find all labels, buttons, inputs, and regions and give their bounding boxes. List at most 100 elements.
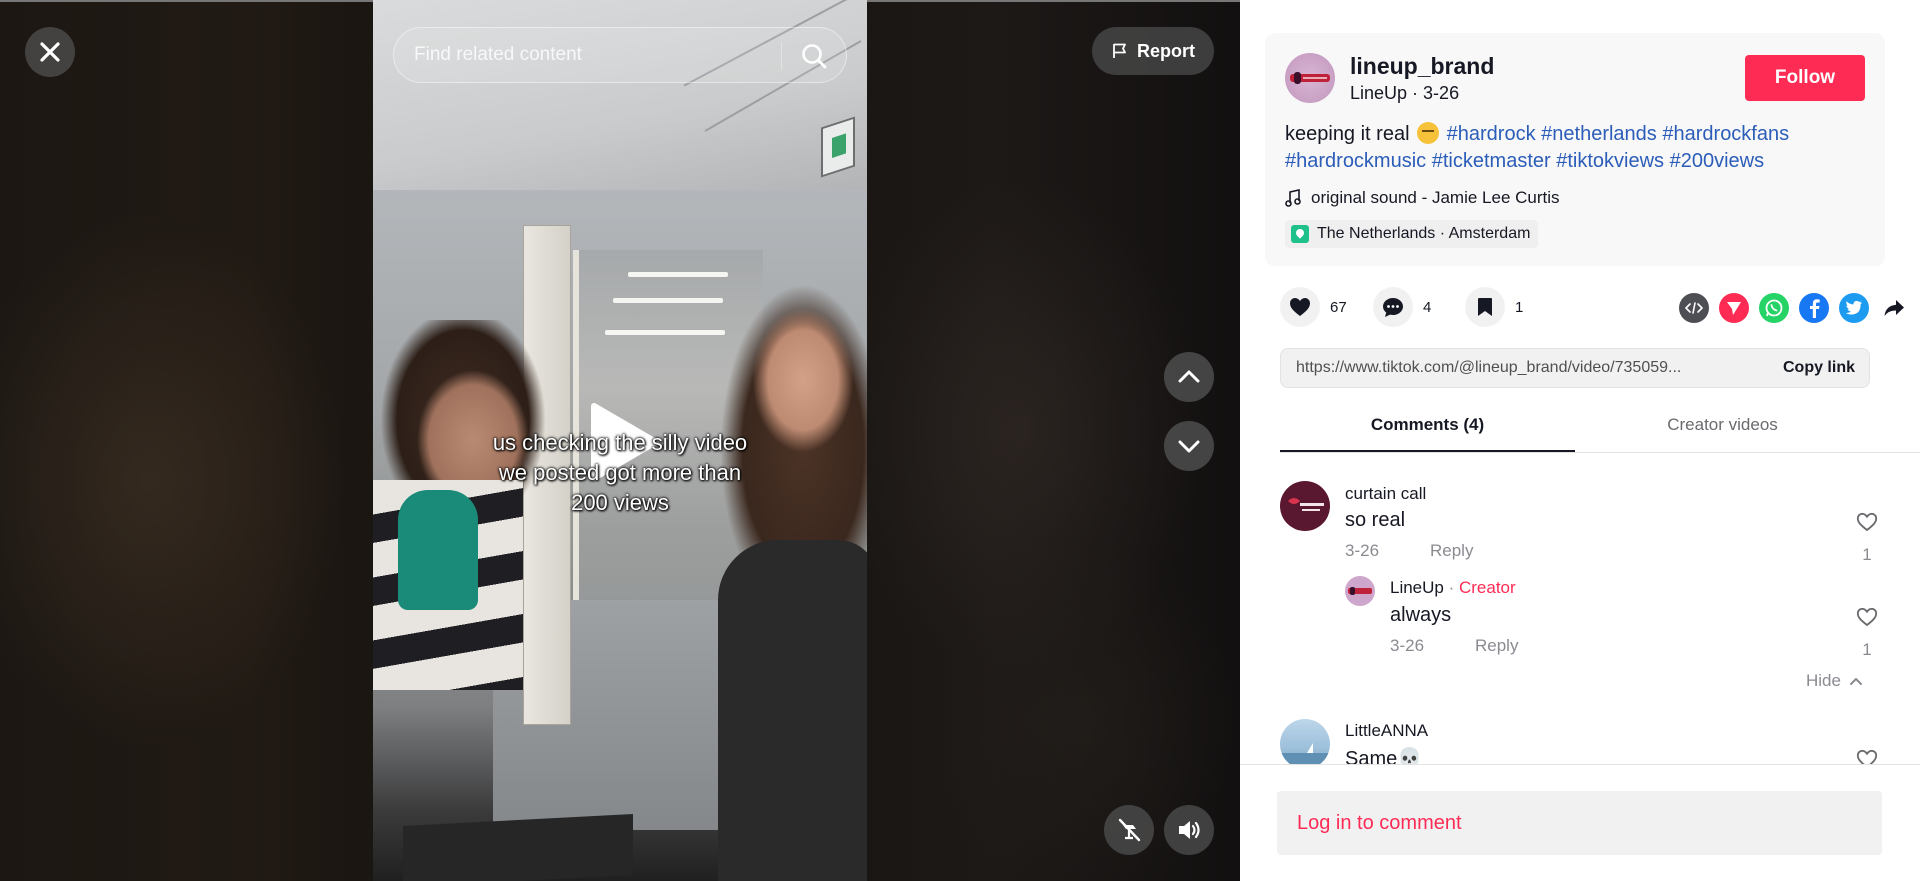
creator-separator: · xyxy=(1443,578,1459,597)
heart-icon xyxy=(1290,298,1310,316)
location-pin-icon xyxy=(1291,225,1309,243)
comment-button[interactable]: 4 xyxy=(1373,287,1431,327)
music-title: original sound - Jamie Lee Curtis xyxy=(1311,188,1560,207)
reply-like-count: 1 xyxy=(1862,640,1872,659)
heart-outline-icon xyxy=(1856,607,1878,627)
neutral-face-emoji-icon xyxy=(1417,122,1440,144)
tab-comments[interactable]: Comments (4) xyxy=(1280,415,1575,435)
comment-author[interactable]: LittleANNA xyxy=(1345,721,1428,741)
video-area: Report us checking the silly video we po… xyxy=(0,0,1240,881)
hashtag-link[interactable]: #hardrock xyxy=(1447,123,1536,145)
comment-like-button[interactable] xyxy=(1852,749,1882,764)
hashtag-link[interactable]: #200views xyxy=(1670,150,1765,172)
post-date: 3-26 xyxy=(1423,83,1460,103)
hashtag-link[interactable]: #tiktokviews xyxy=(1556,150,1664,172)
related-search-box xyxy=(393,27,847,83)
comment-input-bar: Log in to comment xyxy=(1240,764,1920,881)
close-button[interactable] xyxy=(25,27,75,77)
save-button[interactable]: 1 xyxy=(1465,287,1523,327)
subline-separator: · xyxy=(1407,83,1424,103)
previous-video-button[interactable] xyxy=(1164,352,1214,402)
comment-text: so real xyxy=(1345,509,1406,531)
bookmark-icon xyxy=(1478,298,1492,316)
avatar[interactable] xyxy=(1280,719,1330,764)
facebook-share-button[interactable] xyxy=(1799,293,1829,323)
heart-outline-icon xyxy=(1856,512,1878,532)
chevron-down-icon xyxy=(1178,440,1200,453)
description-text: keeping it real xyxy=(1285,123,1410,145)
creator-badge: Creator xyxy=(1458,578,1516,597)
video-link-url[interactable]: https://www.tiktok.com/@lineup_brand/vid… xyxy=(1296,359,1746,377)
comment-text: Same💀 xyxy=(1345,748,1423,764)
comments-tabs: Comments (4) Creator videos xyxy=(1280,405,1920,453)
comment-date: 3-26 xyxy=(1345,541,1380,560)
sailboat-avatar-icon xyxy=(1280,743,1330,764)
floating-player-off-icon xyxy=(1118,818,1141,842)
hashtag-link[interactable]: #netherlands xyxy=(1541,123,1657,145)
send-to-friends-button[interactable] xyxy=(1719,293,1749,323)
lineup-logo-icon xyxy=(1290,72,1330,84)
more-share-button[interactable] xyxy=(1879,293,1909,323)
hide-replies-button[interactable]: Hide xyxy=(1806,671,1863,691)
curtain-call-logo-icon xyxy=(1288,498,1324,511)
like-button[interactable]: 67 xyxy=(1280,287,1347,327)
like-count: 67 xyxy=(1330,298,1347,316)
music-note-icon xyxy=(1285,189,1301,207)
active-tab-underline xyxy=(1280,450,1575,452)
comment-icon xyxy=(1383,297,1403,317)
close-icon xyxy=(40,42,60,62)
whatsapp-icon xyxy=(1765,299,1783,317)
reply-button[interactable]: Reply xyxy=(1430,541,1473,561)
video-caption: us checking the silly video we posted go… xyxy=(492,430,748,515)
music-link[interactable]: original sound - Jamie Lee Curtis xyxy=(1285,188,1560,208)
creator-display-name: LineUp xyxy=(1350,83,1408,103)
facebook-icon xyxy=(1810,299,1820,318)
location-label: The Netherlands · Amsterdam xyxy=(1317,225,1531,242)
hashtag-link[interactable]: #ticketmaster xyxy=(1432,150,1551,172)
reply-text: always xyxy=(1390,604,1452,626)
report-button[interactable]: Report xyxy=(1092,27,1214,75)
floating-player-button[interactable] xyxy=(1104,805,1154,855)
comment-circle xyxy=(1373,287,1413,327)
tab-creator-videos[interactable]: Creator videos xyxy=(1575,415,1870,435)
search-icon[interactable] xyxy=(799,41,829,71)
video-frame-light xyxy=(605,330,725,335)
twitter-share-button[interactable] xyxy=(1839,293,1869,323)
flag-icon xyxy=(1113,43,1126,58)
lineup-logo-icon xyxy=(1348,587,1372,595)
comment-like-button[interactable]: 1 xyxy=(1852,512,1882,565)
avatar[interactable] xyxy=(1285,53,1335,103)
next-video-button[interactable] xyxy=(1164,421,1214,471)
creator-username[interactable]: lineup_brand xyxy=(1350,53,1494,80)
avatar[interactable] xyxy=(1345,576,1375,606)
hashtag-link[interactable]: #hardrockfans xyxy=(1662,123,1789,145)
hide-replies-label: Hide xyxy=(1806,671,1841,690)
embed-button[interactable] xyxy=(1679,293,1709,323)
comment-count: 4 xyxy=(1423,298,1432,316)
search-input[interactable] xyxy=(412,28,772,82)
follow-button[interactable]: Follow xyxy=(1745,55,1865,101)
search-divider xyxy=(781,42,782,70)
save-circle xyxy=(1465,287,1505,327)
reply-author[interactable]: LineUp xyxy=(1390,578,1444,597)
embed-icon xyxy=(1685,302,1703,314)
send-icon xyxy=(1727,302,1741,315)
comment-author[interactable]: curtain call xyxy=(1345,484,1426,504)
location-tag[interactable]: The Netherlands · Amsterdam xyxy=(1285,220,1539,248)
reply-like-button[interactable]: 1 xyxy=(1852,607,1882,660)
creator-subline: LineUp · 3-26 xyxy=(1350,83,1459,104)
video-link-box: https://www.tiktok.com/@lineup_brand/vid… xyxy=(1280,348,1870,388)
avatar[interactable] xyxy=(1280,481,1330,531)
reply-button[interactable]: Reply xyxy=(1475,636,1518,656)
copy-link-button[interactable]: Copy link xyxy=(1783,359,1855,377)
login-to-comment-button[interactable]: Log in to comment xyxy=(1277,791,1882,855)
report-label: Report xyxy=(1137,40,1195,61)
reply-author-line: LineUp · Creator xyxy=(1390,578,1516,598)
action-bar: 67 4 1 xyxy=(1280,287,1904,327)
whatsapp-share-button[interactable] xyxy=(1759,293,1789,323)
hashtag-link[interactable]: #hardrockmusic xyxy=(1285,150,1426,172)
save-count: 1 xyxy=(1515,298,1524,316)
volume-button[interactable] xyxy=(1164,805,1214,855)
heart-outline-icon xyxy=(1856,749,1878,764)
post-info-card: lineup_brand LineUp · 3-26 Follow keepin… xyxy=(1265,33,1885,266)
